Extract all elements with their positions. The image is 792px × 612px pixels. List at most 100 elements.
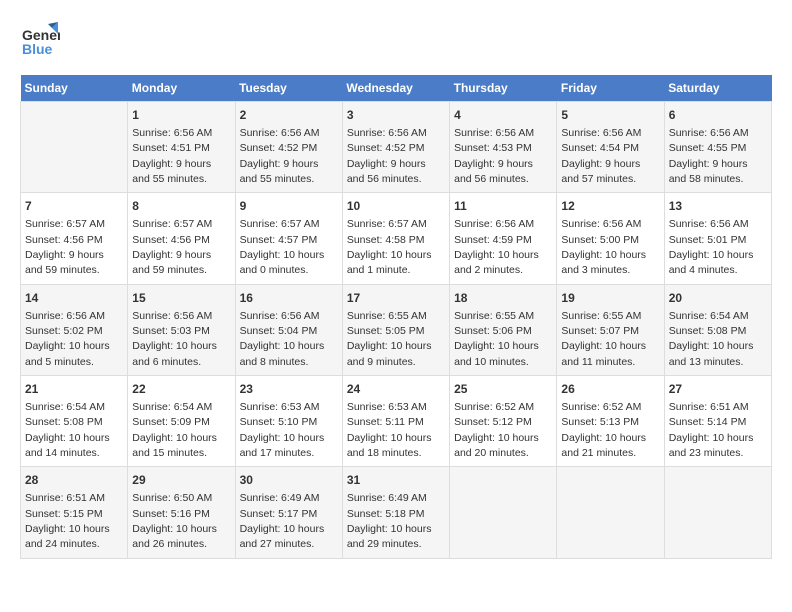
- day-number: 14: [25, 290, 123, 307]
- daylight-info: Daylight: 10 hours and 10 minutes.: [454, 340, 539, 367]
- sunset-info: Sunset: 4:53 PM: [454, 142, 532, 154]
- day-number: 18: [454, 290, 552, 307]
- day-number: 30: [240, 472, 338, 489]
- daylight-info: Daylight: 9 hours and 55 minutes.: [132, 158, 211, 185]
- calendar-cell: [664, 467, 771, 558]
- sunrise-info: Sunrise: 6:54 AM: [25, 401, 105, 413]
- weekday-header-row: SundayMondayTuesdayWednesdayThursdayFrid…: [21, 75, 772, 102]
- sunrise-info: Sunrise: 6:51 AM: [25, 492, 105, 504]
- weekday-header-sunday: Sunday: [21, 75, 128, 102]
- sunrise-info: Sunrise: 6:56 AM: [240, 310, 320, 322]
- calendar-cell: 16 Sunrise: 6:56 AM Sunset: 5:04 PM Dayl…: [235, 284, 342, 375]
- day-number: 8: [132, 198, 230, 215]
- daylight-info: Daylight: 10 hours and 29 minutes.: [347, 523, 432, 550]
- daylight-info: Daylight: 9 hours and 56 minutes.: [347, 158, 426, 185]
- logo: General Blue: [20, 20, 60, 65]
- sunset-info: Sunset: 4:56 PM: [25, 234, 103, 246]
- calendar-cell: 11 Sunrise: 6:56 AM Sunset: 4:59 PM Dayl…: [450, 193, 557, 284]
- calendar-cell: 24 Sunrise: 6:53 AM Sunset: 5:11 PM Dayl…: [342, 376, 449, 467]
- calendar-week-3: 14 Sunrise: 6:56 AM Sunset: 5:02 PM Dayl…: [21, 284, 772, 375]
- daylight-info: Daylight: 10 hours and 5 minutes.: [25, 340, 110, 367]
- calendar-cell: 25 Sunrise: 6:52 AM Sunset: 5:12 PM Dayl…: [450, 376, 557, 467]
- sunset-info: Sunset: 5:08 PM: [669, 325, 747, 337]
- sunset-info: Sunset: 4:57 PM: [240, 234, 318, 246]
- sunset-info: Sunset: 5:08 PM: [25, 416, 103, 428]
- sunrise-info: Sunrise: 6:50 AM: [132, 492, 212, 504]
- calendar-week-4: 21 Sunrise: 6:54 AM Sunset: 5:08 PM Dayl…: [21, 376, 772, 467]
- sunrise-info: Sunrise: 6:56 AM: [454, 127, 534, 139]
- sunset-info: Sunset: 4:52 PM: [347, 142, 425, 154]
- calendar-cell: 8 Sunrise: 6:57 AM Sunset: 4:56 PM Dayli…: [128, 193, 235, 284]
- daylight-info: Daylight: 10 hours and 8 minutes.: [240, 340, 325, 367]
- daylight-info: Daylight: 10 hours and 27 minutes.: [240, 523, 325, 550]
- sunset-info: Sunset: 4:59 PM: [454, 234, 532, 246]
- day-number: 21: [25, 381, 123, 398]
- calendar-cell: 18 Sunrise: 6:55 AM Sunset: 5:06 PM Dayl…: [450, 284, 557, 375]
- sunrise-info: Sunrise: 6:56 AM: [347, 127, 427, 139]
- day-number: 23: [240, 381, 338, 398]
- day-number: 1: [132, 107, 230, 124]
- calendar-cell: 19 Sunrise: 6:55 AM Sunset: 5:07 PM Dayl…: [557, 284, 664, 375]
- calendar-cell: 7 Sunrise: 6:57 AM Sunset: 4:56 PM Dayli…: [21, 193, 128, 284]
- logo-icon: General Blue: [20, 20, 60, 65]
- day-number: 2: [240, 107, 338, 124]
- daylight-info: Daylight: 10 hours and 11 minutes.: [561, 340, 646, 367]
- day-number: 6: [669, 107, 767, 124]
- sunrise-info: Sunrise: 6:49 AM: [240, 492, 320, 504]
- sunset-info: Sunset: 5:11 PM: [347, 416, 424, 428]
- sunrise-info: Sunrise: 6:56 AM: [132, 127, 212, 139]
- calendar-week-1: 1 Sunrise: 6:56 AM Sunset: 4:51 PM Dayli…: [21, 102, 772, 193]
- weekday-header-saturday: Saturday: [664, 75, 771, 102]
- day-number: 25: [454, 381, 552, 398]
- daylight-info: Daylight: 10 hours and 23 minutes.: [669, 432, 754, 459]
- day-number: 28: [25, 472, 123, 489]
- day-number: 16: [240, 290, 338, 307]
- day-number: 24: [347, 381, 445, 398]
- day-number: 15: [132, 290, 230, 307]
- day-number: 4: [454, 107, 552, 124]
- calendar-cell: 15 Sunrise: 6:56 AM Sunset: 5:03 PM Dayl…: [128, 284, 235, 375]
- sunset-info: Sunset: 5:06 PM: [454, 325, 532, 337]
- sunset-info: Sunset: 5:13 PM: [561, 416, 639, 428]
- daylight-info: Daylight: 10 hours and 2 minutes.: [454, 249, 539, 276]
- sunset-info: Sunset: 5:12 PM: [454, 416, 532, 428]
- sunrise-info: Sunrise: 6:56 AM: [669, 218, 749, 230]
- sunrise-info: Sunrise: 6:51 AM: [669, 401, 749, 413]
- weekday-header-wednesday: Wednesday: [342, 75, 449, 102]
- sunset-info: Sunset: 5:16 PM: [132, 508, 210, 520]
- day-number: 22: [132, 381, 230, 398]
- sunrise-info: Sunrise: 6:55 AM: [454, 310, 534, 322]
- sunset-info: Sunset: 4:52 PM: [240, 142, 318, 154]
- sunset-info: Sunset: 5:17 PM: [240, 508, 318, 520]
- daylight-info: Daylight: 9 hours and 57 minutes.: [561, 158, 640, 185]
- weekday-header-monday: Monday: [128, 75, 235, 102]
- daylight-info: Daylight: 10 hours and 17 minutes.: [240, 432, 325, 459]
- daylight-info: Daylight: 10 hours and 9 minutes.: [347, 340, 432, 367]
- day-number: 11: [454, 198, 552, 215]
- sunrise-info: Sunrise: 6:57 AM: [347, 218, 427, 230]
- calendar-cell: 28 Sunrise: 6:51 AM Sunset: 5:15 PM Dayl…: [21, 467, 128, 558]
- day-number: 7: [25, 198, 123, 215]
- calendar-week-5: 28 Sunrise: 6:51 AM Sunset: 5:15 PM Dayl…: [21, 467, 772, 558]
- sunset-info: Sunset: 4:55 PM: [669, 142, 747, 154]
- daylight-info: Daylight: 9 hours and 58 minutes.: [669, 158, 748, 185]
- sunset-info: Sunset: 5:15 PM: [25, 508, 103, 520]
- daylight-info: Daylight: 10 hours and 15 minutes.: [132, 432, 217, 459]
- sunset-info: Sunset: 4:54 PM: [561, 142, 639, 154]
- sunrise-info: Sunrise: 6:56 AM: [454, 218, 534, 230]
- daylight-info: Daylight: 10 hours and 6 minutes.: [132, 340, 217, 367]
- day-number: 20: [669, 290, 767, 307]
- sunrise-info: Sunrise: 6:53 AM: [347, 401, 427, 413]
- sunset-info: Sunset: 5:02 PM: [25, 325, 103, 337]
- sunrise-info: Sunrise: 6:57 AM: [240, 218, 320, 230]
- daylight-info: Daylight: 9 hours and 55 minutes.: [240, 158, 319, 185]
- daylight-info: Daylight: 10 hours and 13 minutes.: [669, 340, 754, 367]
- sunrise-info: Sunrise: 6:56 AM: [669, 127, 749, 139]
- sunrise-info: Sunrise: 6:56 AM: [25, 310, 105, 322]
- sunrise-info: Sunrise: 6:54 AM: [669, 310, 749, 322]
- calendar-cell: [557, 467, 664, 558]
- page-header: General Blue: [20, 20, 772, 65]
- day-number: 17: [347, 290, 445, 307]
- day-number: 13: [669, 198, 767, 215]
- sunset-info: Sunset: 5:04 PM: [240, 325, 318, 337]
